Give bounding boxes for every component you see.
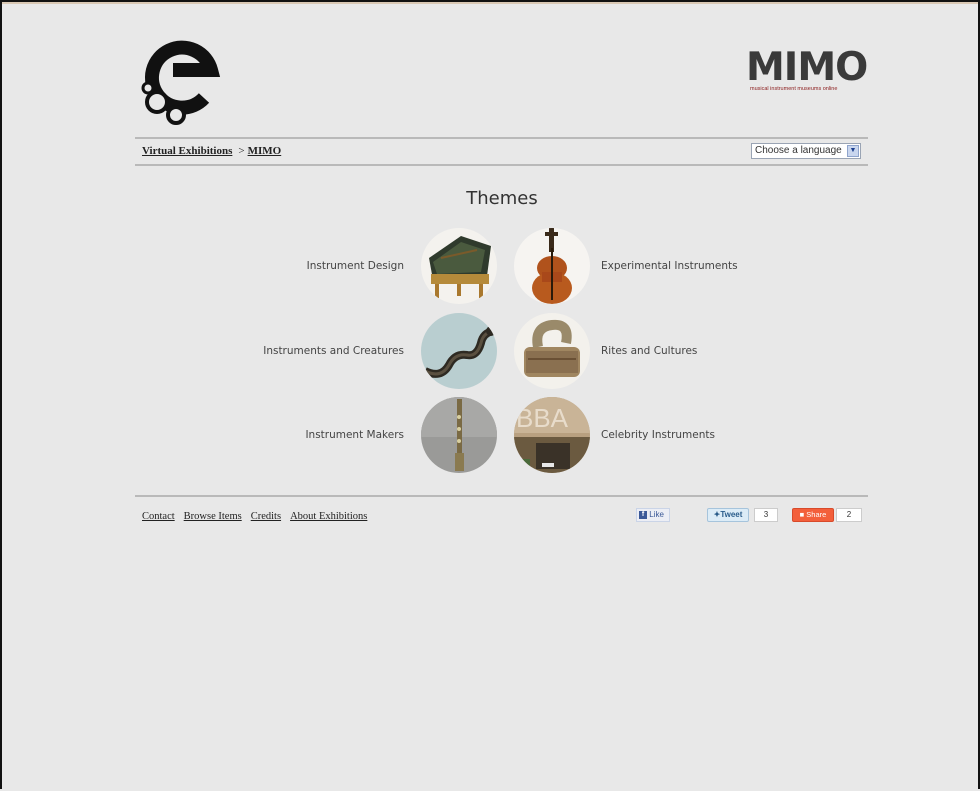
abba-image[interactable]: BBA (514, 397, 590, 473)
theme-label-instrument-design[interactable]: Instrument Design (204, 260, 404, 272)
theme-label-instruments-and-creatures[interactable]: Instruments and Creatures (204, 345, 404, 357)
harpsichord-image[interactable] (421, 228, 497, 304)
breadcrumb-separator: > (238, 145, 245, 157)
tweet-button[interactable]: ✦Tweet (707, 508, 749, 522)
theme-label-rites-and-cultures[interactable]: Rites and Cultures (601, 345, 697, 357)
navigation-bar: Virtual Exhibitions > MIMO Choose a langua… (135, 137, 868, 166)
mimo-logo[interactable]: MIMO musical instrument museums online (746, 45, 872, 93)
theme-label-celebrity-instruments[interactable]: Celebrity Instruments (601, 429, 715, 441)
top-accent-line (2, 2, 978, 4)
facebook-like-label: Like (649, 510, 664, 519)
language-select[interactable]: Choose a language ▼ (751, 143, 861, 159)
cello-image[interactable] (514, 228, 590, 304)
share-icon: ■ (799, 510, 805, 519)
share-count: 2 (836, 508, 862, 522)
theme-label-experimental-instruments[interactable]: Experimental Instruments (601, 260, 738, 272)
mimo-logo-title: MIMO (746, 45, 868, 90)
page-title: Themes (466, 188, 538, 209)
tweet-label: Tweet (720, 510, 743, 519)
page-frame: MIMO musical instrument museums online V… (0, 0, 980, 789)
share-button[interactable]: ■ Share (792, 508, 834, 522)
svg-text:BBA: BBA (516, 403, 569, 433)
language-select-value: Choose a language (755, 145, 842, 156)
footer-links: Contact Browse Items Credits About Exhibiti… (142, 511, 376, 522)
exhibitions-logo-icon[interactable] (138, 32, 224, 126)
facebook-icon: f (639, 510, 647, 519)
footer-link-about-exhibitions[interactable]: About Exhibitions (290, 511, 367, 522)
saxophone-image[interactable] (421, 397, 497, 473)
footer-link-credits[interactable]: Credits (251, 511, 281, 522)
breadcrumb: Virtual Exhibitions > MIMO (142, 145, 281, 157)
footer-link-browse-items[interactable]: Browse Items (184, 511, 242, 522)
serpent-image[interactable] (421, 313, 497, 389)
drum-image[interactable] (514, 313, 590, 389)
facebook-like-button[interactable]: f Like (636, 508, 670, 522)
breadcrumb-mimo-link[interactable]: MIMO (248, 145, 282, 157)
breadcrumb-virtual-exhibitions-link[interactable]: Virtual Exhibitions (142, 145, 232, 157)
theme-label-instrument-makers[interactable]: Instrument Makers (204, 429, 404, 441)
footer-link-contact[interactable]: Contact (142, 511, 175, 522)
share-label: Share (806, 510, 827, 519)
tweet-count: 3 (754, 508, 778, 522)
chevron-down-icon[interactable]: ▼ (847, 145, 859, 157)
